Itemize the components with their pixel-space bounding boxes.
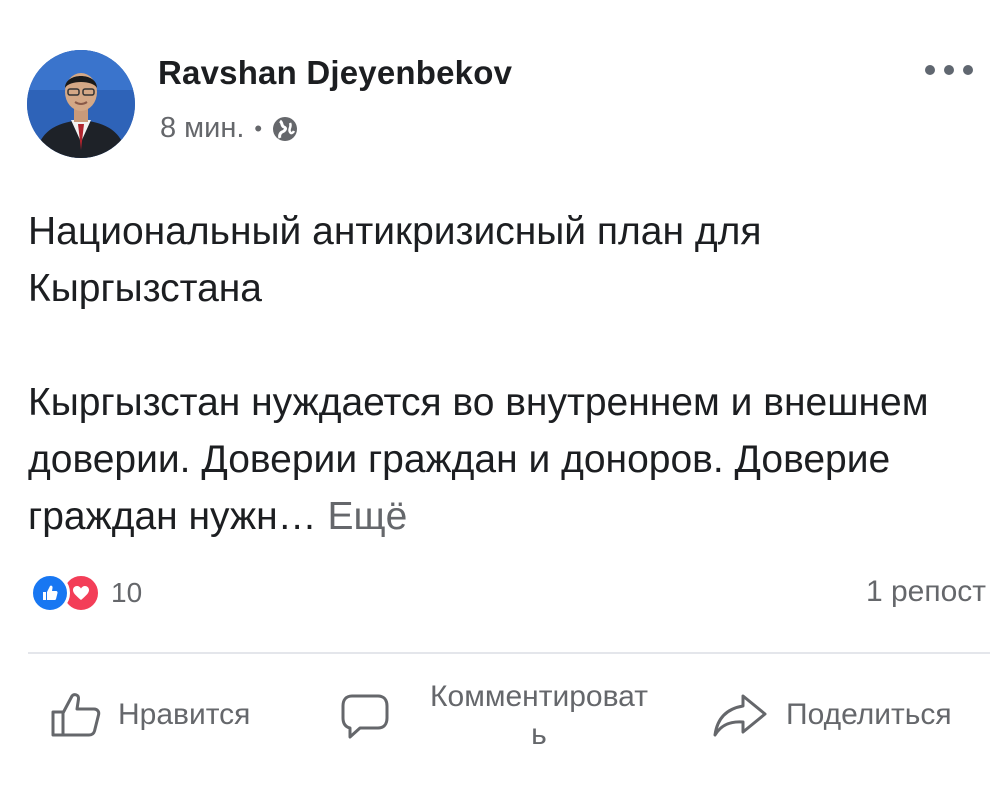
comment-label: Комментироват ь [404, 678, 674, 754]
comment-icon [340, 692, 390, 740]
more-options-icon[interactable] [925, 60, 973, 80]
post-paragraph-body: Кыргызстан нуждается во внутреннем и вне… [28, 374, 978, 545]
author-avatar[interactable] [27, 50, 135, 158]
share-button[interactable]: Поделиться [712, 692, 952, 738]
action-divider [28, 652, 990, 654]
post-body-text: Кыргызстан нуждается во внутреннем и вне… [28, 381, 929, 538]
post-time[interactable]: 8 мин. [160, 112, 244, 145]
share-label: Поделиться [786, 698, 952, 731]
reactions-summary[interactable]: 10 [30, 573, 142, 613]
post-paragraph-title: Национальный антикризисный план для Кырг… [28, 210, 762, 310]
comment-label-text: Комментироват ь [430, 680, 648, 751]
post-meta: 8 мин. • [160, 112, 299, 145]
meta-separator: • [254, 115, 263, 141]
share-icon [712, 692, 768, 738]
thumbs-up-icon [50, 692, 102, 738]
see-more-link[interactable]: Ещё [327, 495, 407, 538]
author-name[interactable]: Ravshan Djeyenbekov [158, 54, 512, 92]
globe-icon [271, 115, 299, 143]
comment-button[interactable]: Комментироват ь [340, 678, 674, 754]
like-label: Нравится [118, 698, 251, 731]
reaction-count: 10 [111, 577, 143, 608]
like-reaction-icon [30, 573, 70, 613]
post-text: Национальный антикризисный план для Кырг… [28, 203, 978, 545]
like-button[interactable]: Нравится [50, 692, 250, 738]
repost-count[interactable]: 1 репост [866, 575, 986, 609]
